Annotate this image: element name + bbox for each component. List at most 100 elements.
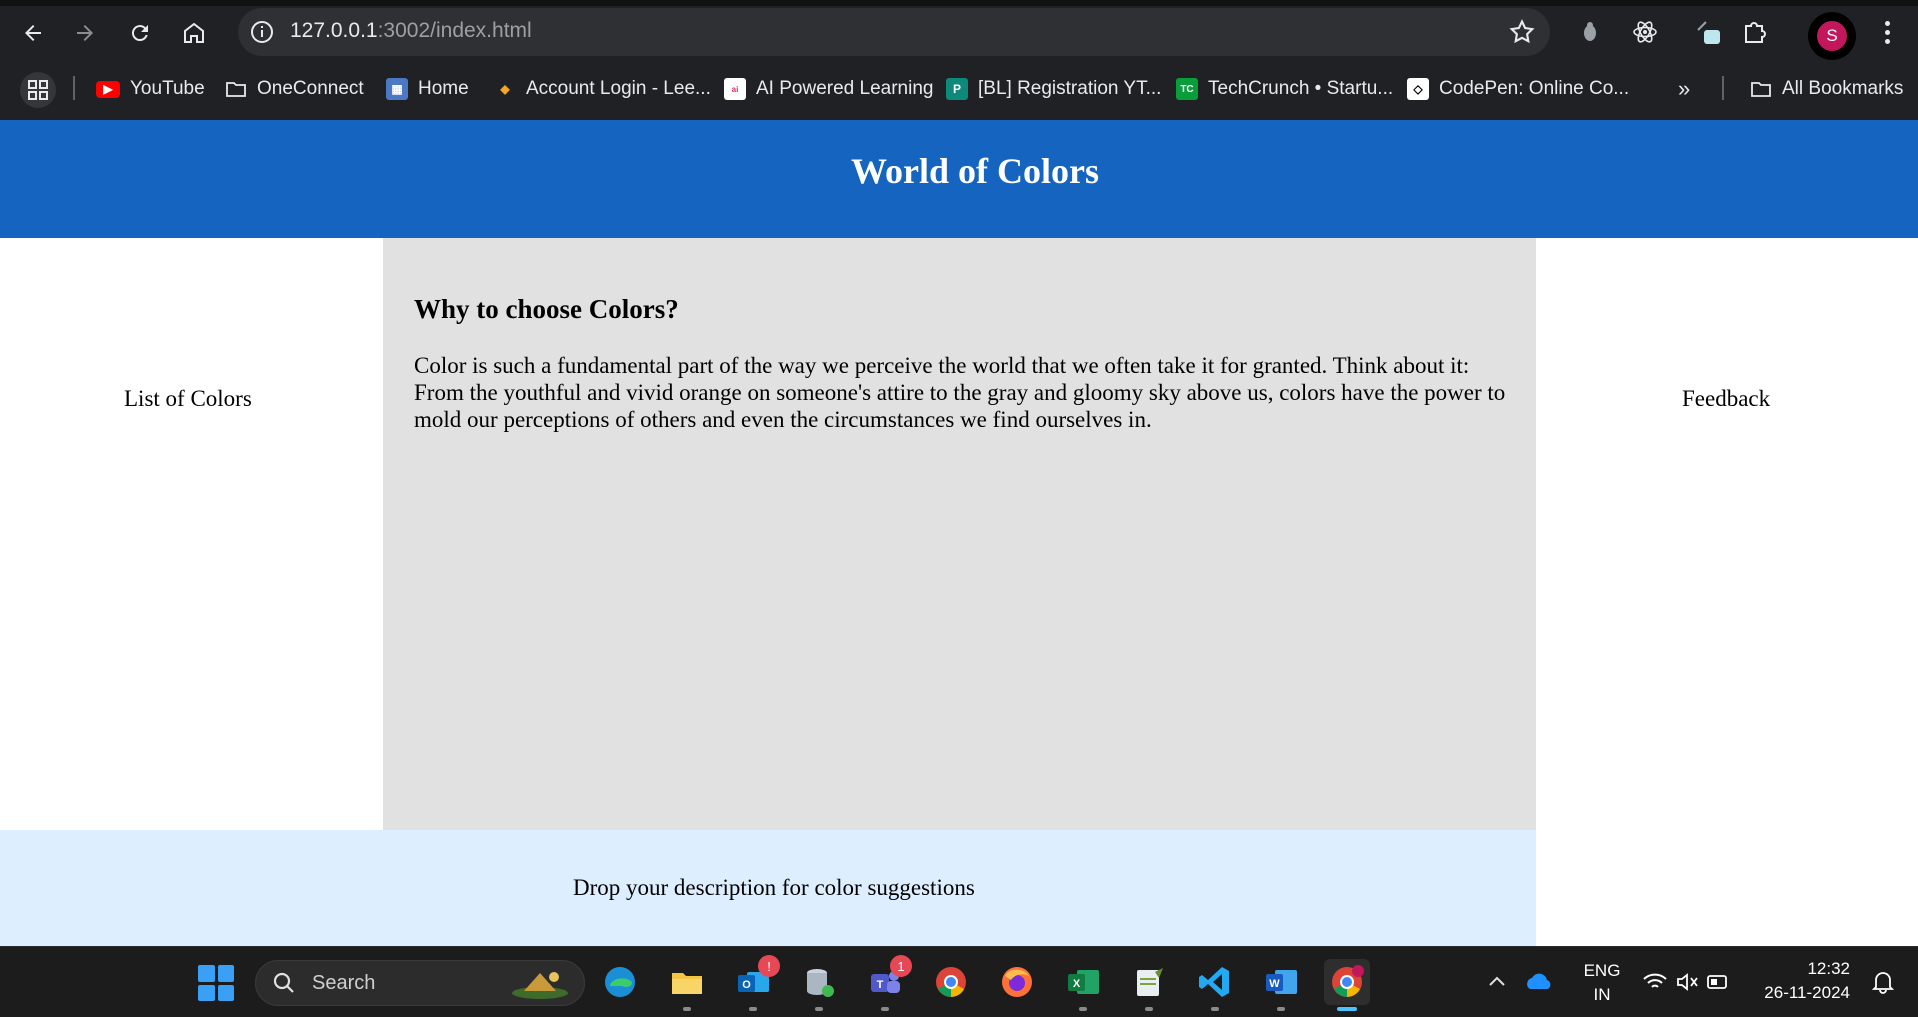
bookmark-label: AI Powered Learning bbox=[756, 78, 934, 99]
reload-button[interactable] bbox=[119, 12, 161, 54]
codepen-favicon: ◇ bbox=[1407, 78, 1429, 100]
home-icon bbox=[184, 22, 204, 43]
apps-button[interactable] bbox=[20, 72, 56, 108]
bug-icon bbox=[1584, 22, 1596, 41]
bookmark-codepen[interactable]: ◇ CodePen: Online Co... bbox=[1407, 74, 1629, 104]
react-icon bbox=[1633, 21, 1657, 43]
all-bookmarks-label: All Bookmarks bbox=[1782, 78, 1904, 99]
bookmark-star-icon[interactable] bbox=[1508, 18, 1536, 46]
taskbar-file-explorer[interactable] bbox=[664, 959, 710, 1011]
search-label: Search bbox=[312, 972, 376, 994]
running-indicator bbox=[1079, 1007, 1087, 1011]
search-icon bbox=[273, 972, 294, 993]
more-bookmarks-button[interactable]: » bbox=[1678, 74, 1690, 104]
menu-dot-icon bbox=[1884, 20, 1890, 26]
running-indicator bbox=[749, 1007, 757, 1011]
bookmarks-divider bbox=[73, 76, 75, 100]
folder-icon bbox=[1751, 82, 1771, 97]
firefox-icon bbox=[1002, 967, 1032, 997]
bookmark-techcrunch[interactable]: TC TechCrunch • Startu... bbox=[1176, 74, 1393, 104]
bookmark-label: Account Login - Lee... bbox=[526, 78, 711, 99]
youtube-icon: ▶ bbox=[96, 80, 120, 98]
profile-button[interactable]: S bbox=[1808, 12, 1856, 60]
bookmark-registration[interactable]: P [BL] Registration YT... bbox=[946, 74, 1161, 104]
tab-strip-edge bbox=[0, 0, 1918, 6]
bookmark-youtube[interactable]: ▶ YouTube bbox=[96, 74, 205, 104]
search-highlight-icon bbox=[512, 972, 568, 999]
feedback-link[interactable]: Feedback bbox=[1682, 386, 1770, 412]
menu-dot-icon bbox=[1884, 38, 1890, 44]
account-favicon: ◆ bbox=[500, 82, 510, 96]
extensions-button[interactable] bbox=[1736, 14, 1772, 50]
taskbar-chrome-profile[interactable] bbox=[1324, 959, 1370, 1011]
language-code: ENG bbox=[1583, 961, 1621, 980]
running-indicator bbox=[815, 1007, 823, 1011]
taskbar-notepad[interactable] bbox=[1126, 959, 1172, 1011]
bookmark-label: CodePen: Online Co... bbox=[1439, 78, 1630, 99]
browser-menu-button[interactable] bbox=[1872, 14, 1902, 50]
running-indicator bbox=[1337, 1007, 1357, 1011]
bookmark-label: Home bbox=[418, 78, 469, 99]
system-status-icons[interactable] bbox=[1640, 969, 1730, 995]
main-paragraph: Color is such a fundamental part of the … bbox=[414, 353, 1506, 432]
taskbar-word[interactable]: W bbox=[1258, 959, 1304, 1011]
bookmark-account-login[interactable]: ◆ Account Login - Lee... bbox=[494, 74, 711, 104]
home-button[interactable] bbox=[173, 12, 215, 54]
puzzle-icon bbox=[1745, 22, 1766, 43]
notification-bell-icon[interactable] bbox=[1870, 969, 1896, 995]
onedrive-icon[interactable] bbox=[1524, 969, 1554, 995]
running-indicator bbox=[1211, 1007, 1219, 1011]
all-bookmarks-button[interactable]: All Bookmarks bbox=[1750, 74, 1903, 104]
taskbar-database[interactable] bbox=[796, 959, 842, 1011]
menu-dot-icon bbox=[1884, 29, 1890, 35]
arrow-left-icon bbox=[25, 25, 41, 41]
edge-icon bbox=[605, 967, 635, 997]
svg-text:O: O bbox=[742, 979, 751, 991]
taskbar-excel[interactable]: X bbox=[1060, 959, 1106, 1011]
bookmark-home[interactable]: ▦ Home bbox=[386, 74, 469, 104]
site-info-icon[interactable] bbox=[248, 18, 276, 46]
forward-button[interactable] bbox=[64, 12, 106, 54]
notepad-icon bbox=[1137, 968, 1163, 996]
url-host: 127.0.0.1 bbox=[290, 19, 378, 42]
browser-chrome: 127.0.0.1:3002/index.html S ▶ YouTube On… bbox=[0, 0, 1918, 120]
taskbar-search[interactable]: Search bbox=[255, 960, 585, 1006]
extension-bug-button[interactable] bbox=[1572, 14, 1608, 50]
taskbar-vscode[interactable] bbox=[1192, 959, 1238, 1011]
web-page: World of Colors List of Colors Why to ch… bbox=[0, 120, 1918, 946]
back-button[interactable] bbox=[12, 12, 54, 54]
file-explorer-icon bbox=[672, 973, 702, 994]
running-indicator bbox=[881, 1007, 889, 1011]
system-tray: ENG IN 12:32 26-11-2024 bbox=[1472, 947, 1918, 1017]
taskbar-teams[interactable]: T 1 bbox=[862, 955, 912, 1011]
windows-logo-icon bbox=[217, 984, 234, 1001]
start-button[interactable] bbox=[198, 965, 234, 1001]
footer-text: Drop your description for color suggesti… bbox=[573, 875, 975, 900]
main-content: Why to choose Colors? Color is such a fu… bbox=[383, 238, 1536, 830]
windows-logo-icon bbox=[198, 965, 215, 982]
clock[interactable]: 12:32 26-11-2024 bbox=[1760, 957, 1850, 1005]
chevron-up-icon[interactable] bbox=[1486, 971, 1508, 993]
taskbar-chrome[interactable] bbox=[928, 959, 974, 1005]
double-chevron-icon: » bbox=[1678, 76, 1691, 101]
learning-favicon: ai bbox=[724, 78, 746, 100]
extension-react-button[interactable] bbox=[1627, 14, 1663, 50]
windows-logo-icon bbox=[198, 984, 215, 1001]
svg-text:X: X bbox=[1073, 978, 1081, 990]
home-favicon: ▦ bbox=[386, 78, 408, 100]
list-of-colors-link[interactable]: List of Colors bbox=[124, 386, 252, 412]
bookmark-oneconnect[interactable]: OneConnect bbox=[225, 74, 364, 104]
taskbar-edge[interactable] bbox=[597, 959, 643, 1005]
windows-taskbar: Search O ! T 1 X W ENG IN 12:32 26-11-20… bbox=[0, 946, 1918, 1017]
bookmark-label: YouTube bbox=[130, 78, 205, 99]
extension-pen-button[interactable] bbox=[1690, 14, 1726, 50]
right-sidebar: Feedback bbox=[1536, 238, 1918, 946]
address-bar[interactable]: 127.0.0.1:3002/index.html bbox=[238, 8, 1550, 56]
taskbar-outlook[interactable]: O ! bbox=[730, 955, 780, 1011]
folder-icon bbox=[226, 82, 246, 97]
bookmark-ai-learning[interactable]: ai AI Powered Learning bbox=[724, 74, 933, 104]
url-text[interactable]: 127.0.0.1:3002/index.html bbox=[290, 19, 532, 43]
excel-icon: X bbox=[1068, 970, 1099, 994]
taskbar-firefox[interactable] bbox=[994, 959, 1040, 1005]
language-indicator[interactable]: ENG IN bbox=[1578, 959, 1626, 1007]
